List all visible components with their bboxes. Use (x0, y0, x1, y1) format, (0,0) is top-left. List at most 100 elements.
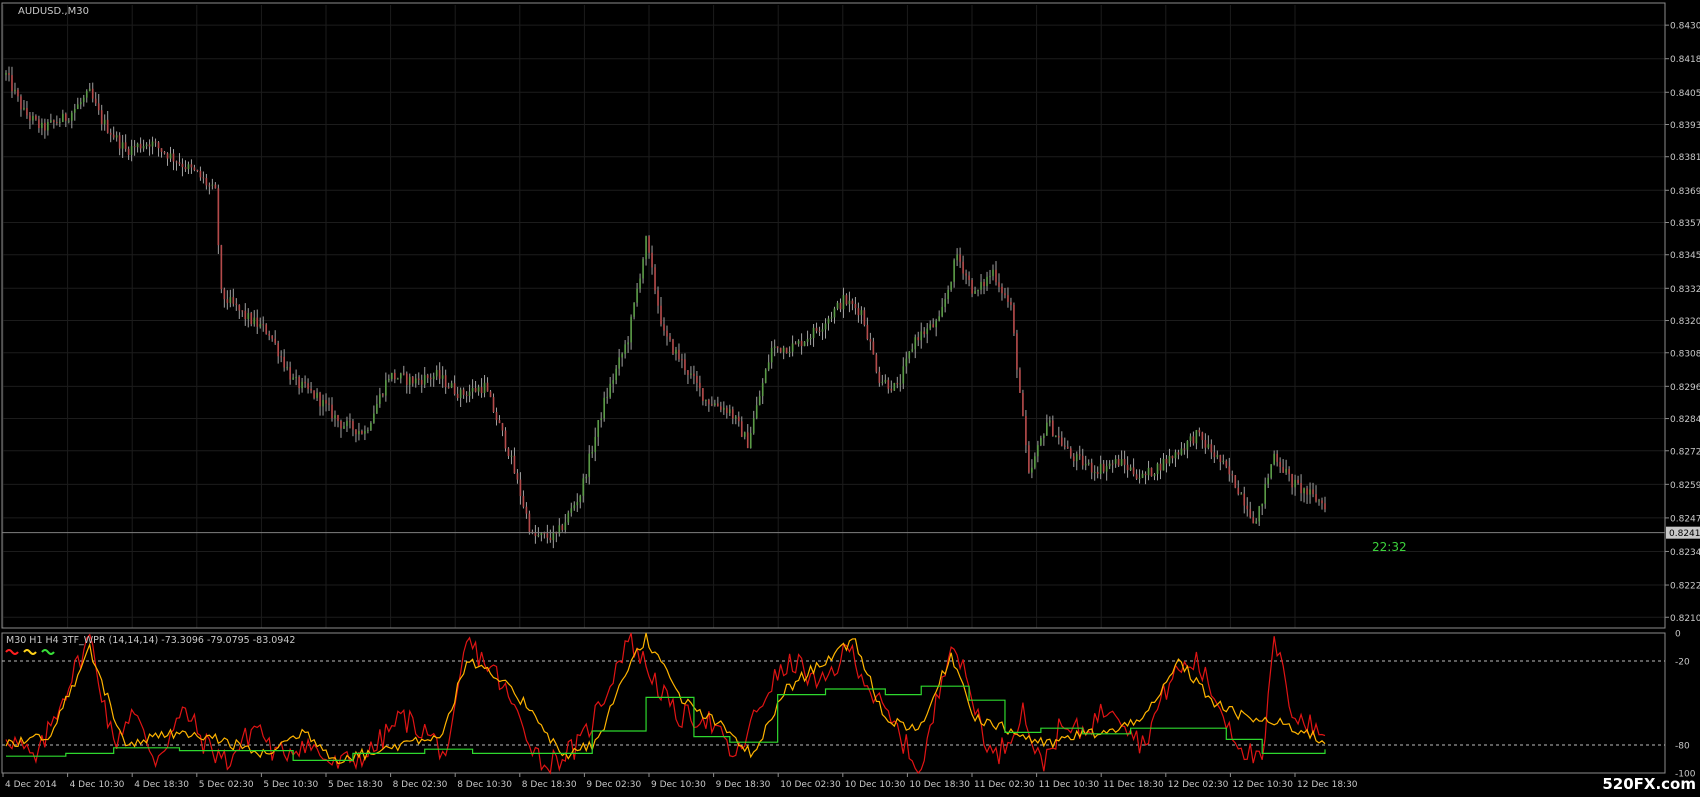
candle-body (776, 346, 779, 348)
candle-body (504, 430, 507, 449)
candle-body (1201, 432, 1204, 441)
candle-body (794, 343, 797, 345)
candle-body (1294, 479, 1296, 488)
candle-body (32, 115, 34, 121)
candle-body (1312, 489, 1314, 495)
candle-body (1007, 295, 1009, 302)
candle-body (678, 349, 680, 360)
candle-body (923, 331, 926, 335)
candle-body (112, 134, 115, 138)
candle-body (648, 236, 650, 253)
candle-body (208, 185, 211, 187)
candle-body (818, 330, 821, 332)
candle-body (965, 273, 967, 276)
candle-body (746, 432, 749, 449)
candle-body (459, 389, 462, 398)
candle-body (998, 282, 1000, 287)
candle-body (1237, 487, 1240, 494)
candle-body (1016, 333, 1018, 370)
candle-body (223, 289, 226, 300)
candle-body (295, 377, 297, 379)
candle-body (1087, 462, 1090, 465)
candle-body (453, 383, 456, 394)
candle-body (896, 382, 899, 385)
candle-body (340, 420, 342, 429)
price-tick-label: 0.83935 (1670, 121, 1700, 131)
candle-body (1213, 452, 1216, 458)
candle-body (717, 403, 719, 407)
candle-body (328, 403, 330, 405)
candle-body (94, 98, 97, 104)
candle-body (663, 324, 665, 331)
candle-body (1234, 475, 1237, 488)
candle-body (1303, 488, 1305, 494)
candle-body (44, 122, 46, 131)
time-tick-label: 10 Dec 18:30 (909, 780, 970, 790)
time-tick-label: 9 Dec 18:30 (716, 780, 771, 790)
candle-body (262, 324, 265, 326)
candle-body (184, 167, 187, 170)
candle-body (474, 387, 477, 392)
candle-body (618, 357, 620, 369)
chart-window[interactable]: 0.84305 0.84180 0.84055 0.83935 0.83815 0.836… (0, 0, 1700, 793)
candle-body (684, 359, 686, 371)
candle-body (1135, 474, 1138, 479)
candle-body (62, 113, 64, 122)
candle-body (675, 349, 677, 354)
current-price-tag: 0.82415 (1669, 529, 1700, 539)
time-tick-label: 11 Dec 02:30 (974, 780, 1035, 790)
candle-body (917, 337, 920, 341)
candle-body (833, 308, 836, 318)
candle-body (1013, 304, 1015, 334)
candle-body (1159, 463, 1162, 471)
candle-body (1252, 517, 1255, 524)
time-tick-label: 8 Dec 10:30 (457, 780, 512, 790)
candle-body (1165, 458, 1168, 464)
price-tick-label: 0.83205 (1670, 317, 1700, 327)
candle-body (609, 383, 611, 397)
chart-svg[interactable]: 0.84305 0.84180 0.84055 0.83935 0.83815 0.836… (0, 0, 1700, 793)
candle-body (85, 91, 88, 98)
candle-body (693, 373, 695, 376)
candle-body (214, 184, 217, 189)
candle-body (256, 317, 259, 327)
candle-body (310, 388, 312, 391)
candle-body (402, 373, 405, 375)
candle-body (612, 380, 614, 384)
candle-body (1049, 420, 1051, 423)
candle-body (1321, 500, 1323, 504)
candle-body (304, 381, 306, 384)
candle-body (803, 341, 806, 347)
candle-body (1297, 479, 1299, 483)
candle-body (1084, 464, 1087, 466)
candle-body (50, 120, 52, 122)
candle-body (399, 373, 402, 379)
candle-body (271, 335, 274, 339)
candle-body (621, 353, 623, 358)
candle-body (385, 380, 387, 396)
price-tick-label: 0.82345 (1670, 548, 1700, 558)
candle-body (723, 407, 725, 410)
candle-body (836, 302, 839, 309)
candle-body (319, 392, 321, 407)
time-tick-label: 4 Dec 10:30 (70, 780, 125, 790)
candle-body (316, 392, 318, 398)
candle-body (1019, 369, 1021, 393)
candle-body (624, 344, 626, 354)
candle-body (986, 276, 988, 287)
candle-body (405, 373, 408, 385)
candle-body (564, 522, 567, 530)
candle-body (980, 281, 982, 290)
candle-body (142, 146, 145, 149)
price-tick-label: 0.82220 (1670, 582, 1700, 592)
candle-body (1267, 477, 1269, 484)
candle-body (163, 151, 166, 154)
candle-body (546, 533, 549, 538)
candle-body (274, 338, 277, 344)
candle-body (941, 306, 943, 317)
candle-body (38, 119, 40, 129)
candle-body (705, 399, 707, 401)
chart-background (0, 0, 1700, 793)
indicator-tick-label: -20 (1675, 658, 1690, 668)
candle-body (1258, 506, 1261, 522)
